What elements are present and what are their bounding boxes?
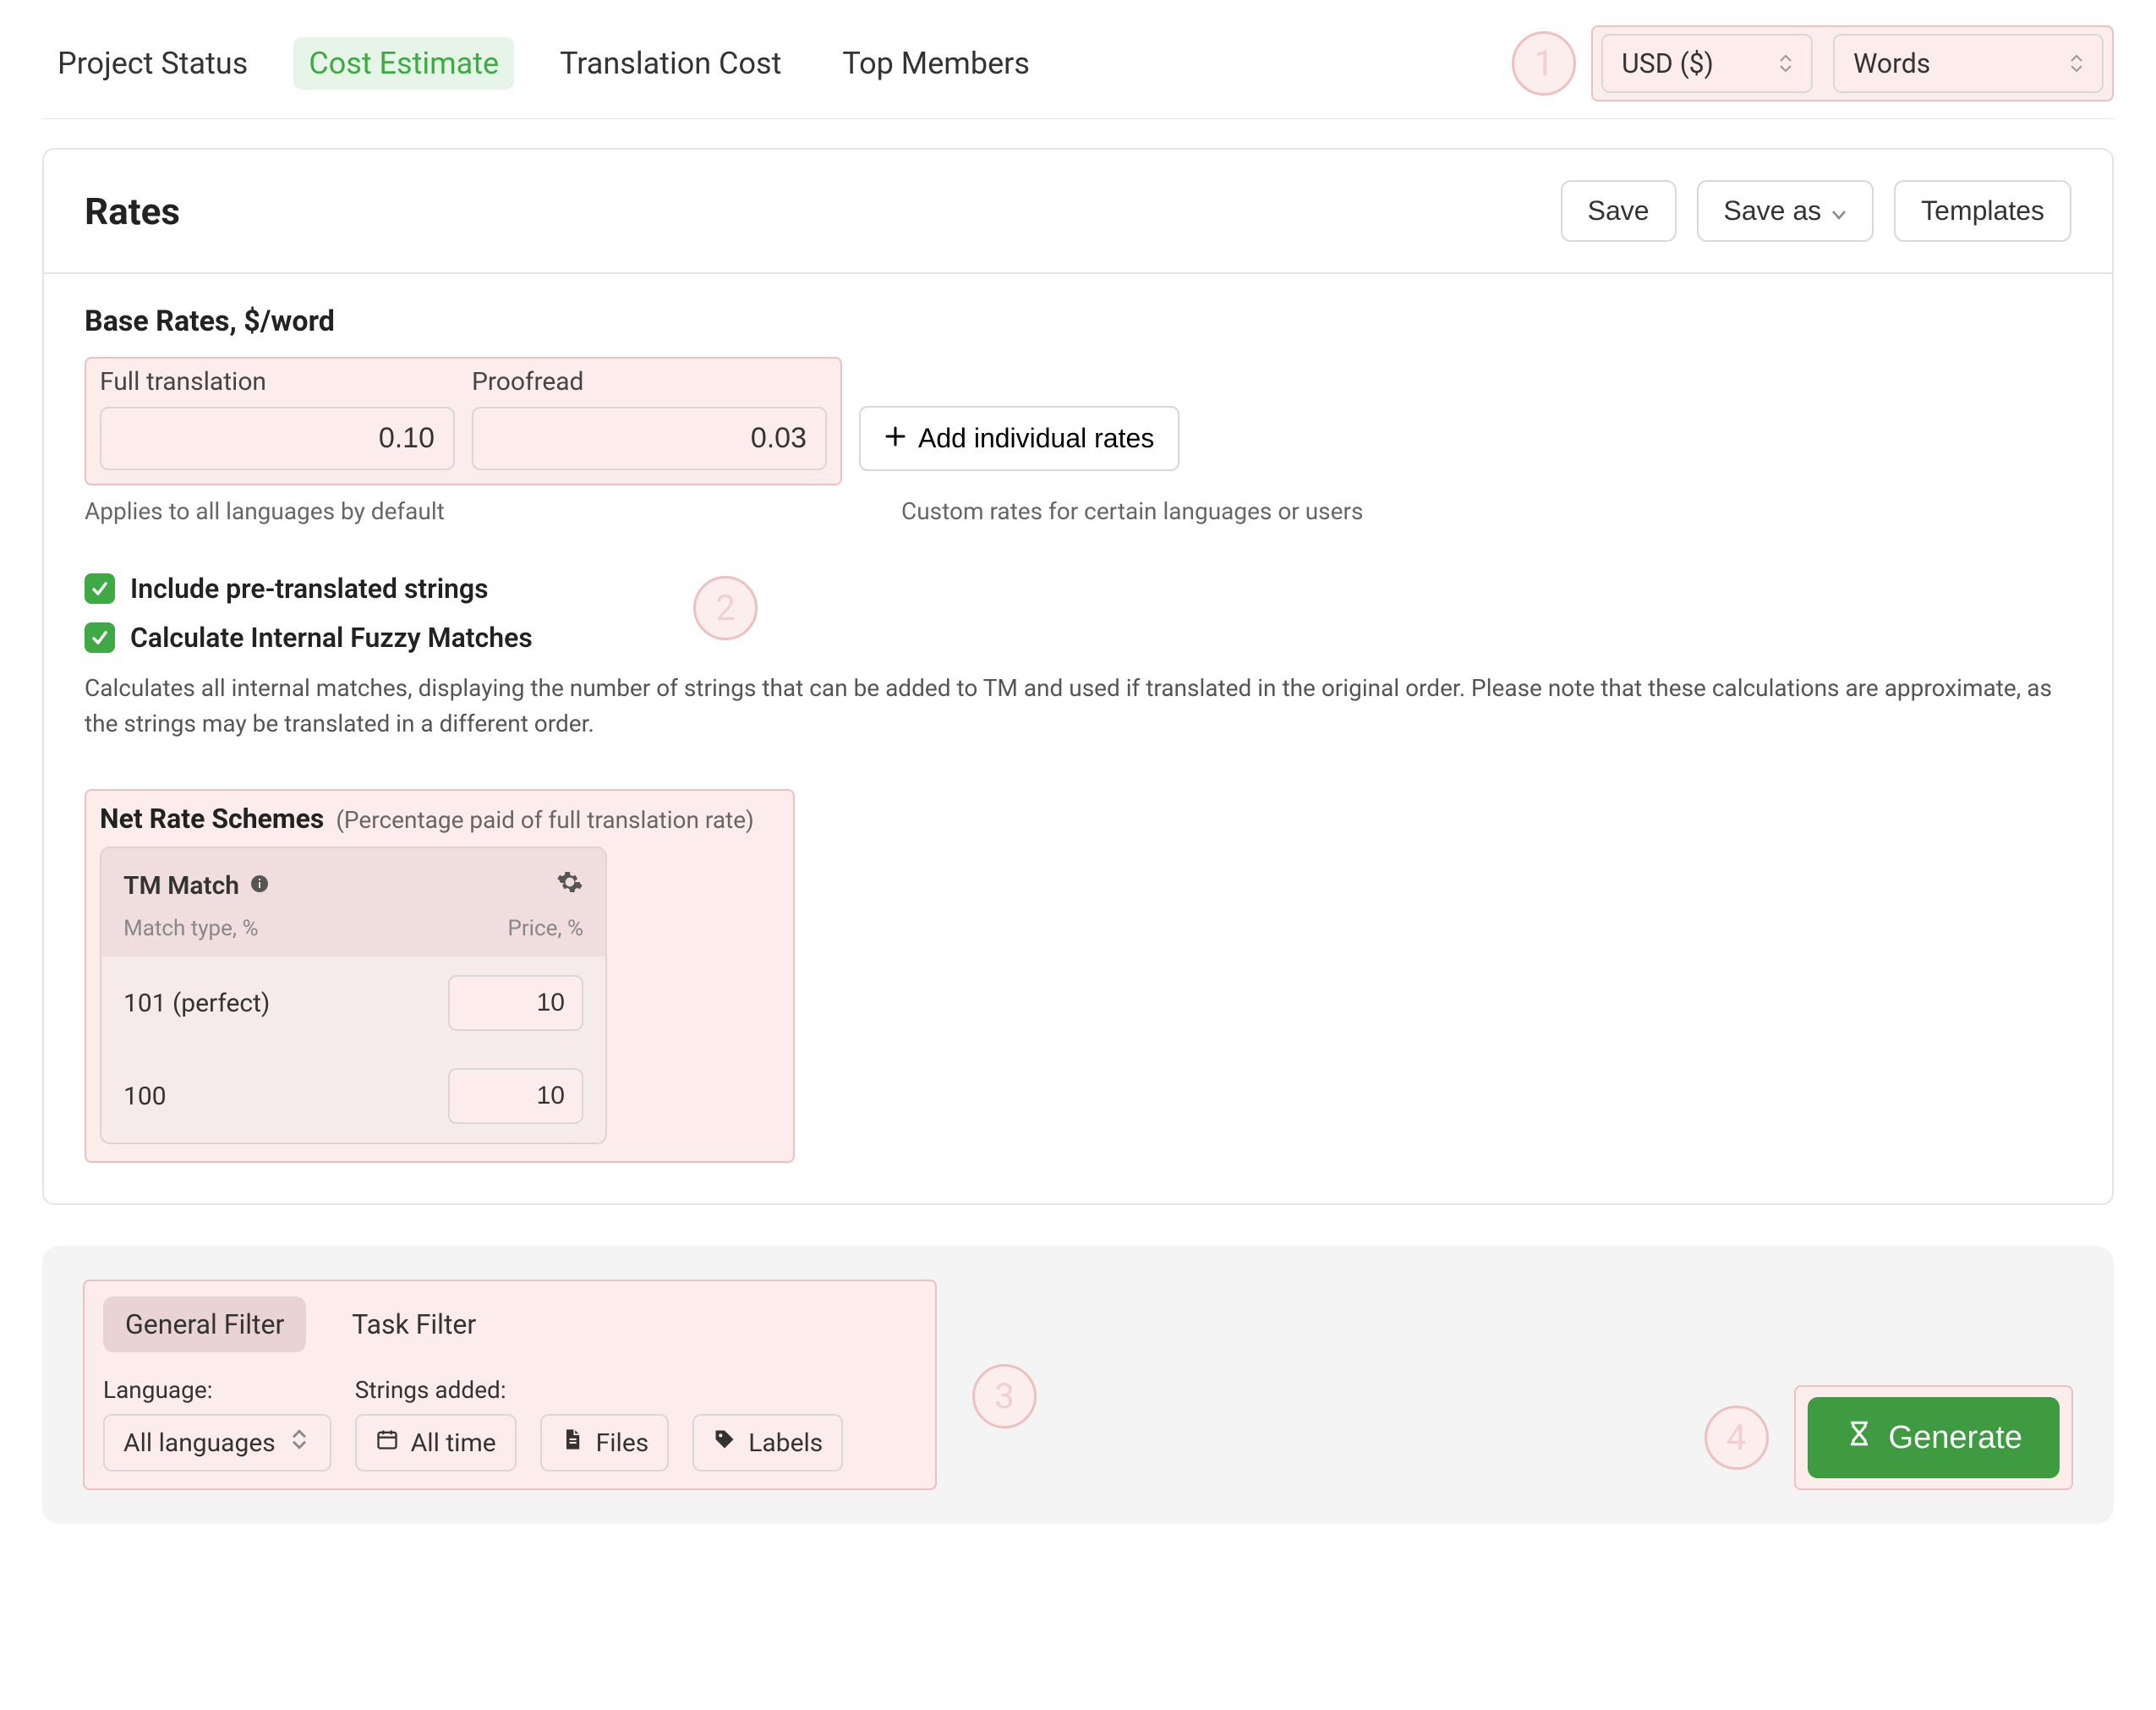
add-individual-rates-label: Add individual rates xyxy=(918,423,1154,454)
files-button[interactable]: Files xyxy=(540,1414,670,1472)
info-icon[interactable] xyxy=(249,871,270,901)
calculate-fuzzy-label: Calculate Internal Fuzzy Matches xyxy=(130,622,533,654)
rates-header-buttons: Save Save as Templates xyxy=(1561,180,2071,242)
include-pretranslated-checkbox[interactable] xyxy=(85,573,115,604)
language-select[interactable]: All languages xyxy=(103,1414,331,1472)
proofread-label: Proofread xyxy=(472,367,827,397)
nrs-col-price: Price, % xyxy=(507,916,583,941)
filter-controls: Language: All languages Strings added: A… xyxy=(103,1376,917,1472)
currency-select[interactable]: USD ($) xyxy=(1601,34,1813,93)
calculate-fuzzy-checkbox[interactable] xyxy=(85,622,115,653)
unit-value: Words xyxy=(1853,47,1930,79)
include-pretranslated-label: Include pre-translated strings xyxy=(130,573,489,605)
spacer xyxy=(692,1376,843,1404)
tab-translation-cost[interactable]: Translation Cost xyxy=(544,37,796,90)
proofread-input[interactable] xyxy=(472,407,827,470)
applies-note: Applies to all languages by default xyxy=(85,497,840,525)
updown-icon xyxy=(287,1428,311,1458)
language-value: All languages xyxy=(123,1428,276,1458)
full-translation-input[interactable] xyxy=(100,407,455,470)
generate-label: Generate xyxy=(1889,1420,2022,1456)
nrs-title: Net Rate Schemes xyxy=(100,803,324,835)
nrs-row-101-input[interactable] xyxy=(448,975,583,1031)
full-translation-label: Full translation xyxy=(100,367,455,397)
file-icon xyxy=(561,1428,584,1458)
generate-highlight: Generate xyxy=(1794,1385,2073,1490)
tab-cost-estimate[interactable]: Cost Estimate xyxy=(293,37,514,90)
generate-button[interactable]: Generate xyxy=(1808,1397,2060,1478)
templates-button[interactable]: Templates xyxy=(1894,180,2071,242)
annotation-marker-1: 1 xyxy=(1512,31,1576,96)
gear-icon[interactable] xyxy=(556,869,583,902)
language-label: Language: xyxy=(103,1376,331,1404)
filter-tabs: General Filter Task Filter xyxy=(103,1296,917,1352)
tab-general-filter[interactable]: General Filter xyxy=(103,1296,306,1352)
tab-task-filter[interactable]: Task Filter xyxy=(330,1296,498,1352)
base-rates-row: Full translation Proofread Add individua… xyxy=(85,357,2071,485)
nrs-row-100-input[interactable] xyxy=(448,1068,583,1124)
net-rate-schemes-highlight: Net Rate Schemes (Percentage paid of ful… xyxy=(85,789,795,1163)
files-label: Files xyxy=(596,1428,649,1458)
annotation-marker-4: 4 xyxy=(1705,1406,1769,1470)
nrs-row-100: 100 xyxy=(101,1050,605,1143)
rates-body: Base Rates, $/word Full translation Proo… xyxy=(44,274,2112,1203)
rates-header: Rates Save Save as Templates xyxy=(44,150,2112,274)
strings-added-label: Strings added: xyxy=(355,1376,517,1404)
tm-match-head: TM Match Match type, % Price, % xyxy=(101,848,605,956)
top-selects-highlight: USD ($) Words xyxy=(1591,25,2114,101)
tab-project-status[interactable]: Project Status xyxy=(42,37,263,90)
labels-button[interactable]: Labels xyxy=(692,1414,843,1472)
nrs-row-101: 101 (perfect) xyxy=(101,956,605,1050)
annotation-marker-3: 3 xyxy=(972,1364,1037,1428)
save-button[interactable]: Save xyxy=(1561,180,1677,242)
updown-icon xyxy=(2070,54,2083,73)
main-tabs: Project Status Cost Estimate Translation… xyxy=(42,37,1045,90)
rates-panel: Rates Save Save as Templates Base Rates,… xyxy=(42,148,2114,1205)
save-as-label: Save as xyxy=(1724,195,1822,227)
hourglass-icon xyxy=(1845,1419,1874,1456)
add-individual-rates-button[interactable]: Add individual rates xyxy=(859,406,1179,471)
tm-match-title-text: TM Match xyxy=(123,871,239,901)
nrs-row-101-label: 101 (perfect) xyxy=(123,989,270,1018)
all-time-label: All time xyxy=(411,1428,496,1458)
updown-icon xyxy=(1779,54,1792,73)
currency-value: USD ($) xyxy=(1622,47,1714,79)
generate-cluster: 4 Generate xyxy=(1705,1385,2073,1490)
calendar-icon xyxy=(375,1428,399,1458)
nrs-col-match: Match type, % xyxy=(123,916,259,941)
nrs-row-100-label: 100 xyxy=(123,1082,167,1111)
nrs-subtitle: (Percentage paid of full translation rat… xyxy=(336,806,753,834)
checks-section: Include pre-translated strings Calculate… xyxy=(85,573,2071,742)
top-bar: Project Status Cost Estimate Translation… xyxy=(42,25,2114,119)
tm-match-title: TM Match xyxy=(123,871,270,901)
filter-panel: General Filter Task Filter Language: All… xyxy=(42,1246,2114,1524)
all-time-button[interactable]: All time xyxy=(355,1414,517,1472)
labels-label: Labels xyxy=(748,1428,823,1458)
custom-note: Custom rates for certain languages or us… xyxy=(901,497,1363,525)
fuzzy-description: Calculates all internal matches, display… xyxy=(85,671,2071,742)
annotation-marker-2: 2 xyxy=(693,576,758,640)
rates-heading: Rates xyxy=(85,189,180,233)
caret-down-icon xyxy=(1831,195,1847,227)
tag-icon xyxy=(713,1428,736,1458)
spacer xyxy=(540,1376,670,1404)
filter-highlight: General Filter Task Filter Language: All… xyxy=(83,1280,937,1490)
tab-top-members[interactable]: Top Members xyxy=(827,37,1045,90)
unit-select[interactable]: Words xyxy=(1833,34,2104,93)
base-rates-title: Base Rates, $/word xyxy=(85,304,2071,338)
base-rates-highlight: Full translation Proofread xyxy=(85,357,842,485)
plus-icon xyxy=(884,423,906,454)
tm-match-card: TM Match Match type, % Price, % xyxy=(100,847,607,1144)
save-as-button[interactable]: Save as xyxy=(1697,180,1874,242)
